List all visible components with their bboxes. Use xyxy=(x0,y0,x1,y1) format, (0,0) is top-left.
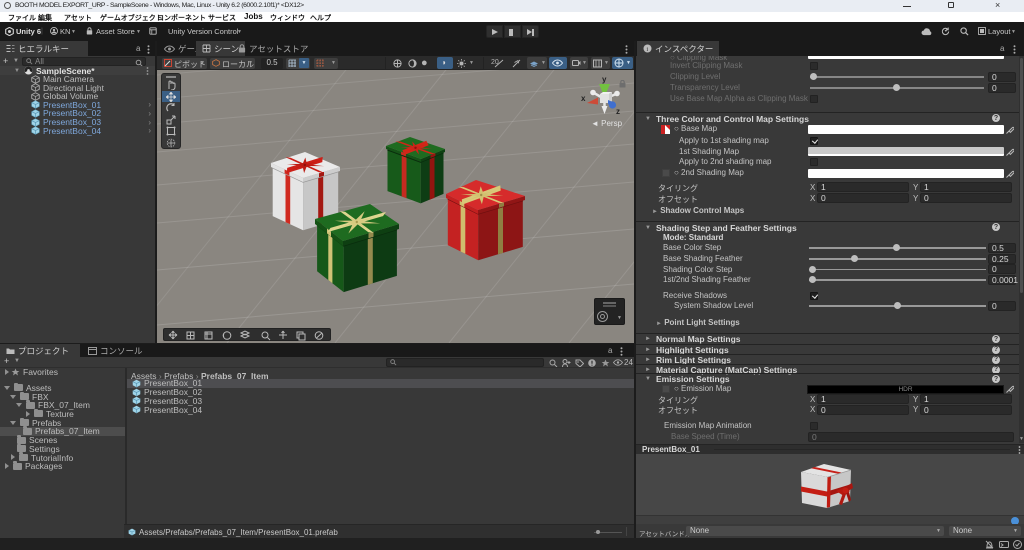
svg-text:y: y xyxy=(602,75,607,84)
svg-text:i: i xyxy=(646,46,648,53)
svg-text:z: z xyxy=(616,107,620,115)
